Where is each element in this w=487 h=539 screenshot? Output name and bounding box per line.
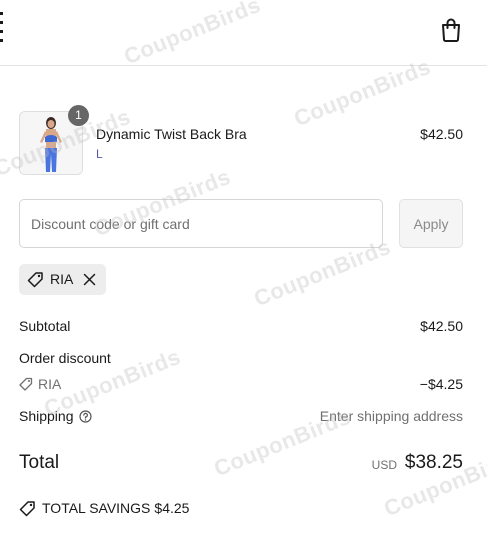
applied-discount-code: RIA [50, 271, 74, 287]
total-amount: $38.25 [404, 452, 463, 473]
quantity-badge: 1 [68, 105, 89, 126]
subtotal-value: $42.50 [420, 318, 463, 334]
menu-dots-icon[interactable] [0, 12, 4, 46]
product-variant: L [96, 147, 103, 161]
product-price: $42.50 [420, 126, 463, 142]
shipping-label-row: Shipping [19, 408, 92, 424]
total-savings-amount: $4.25 [154, 500, 190, 516]
order-discount-code: RIA [19, 376, 61, 392]
shipping-label: Shipping [19, 408, 74, 424]
order-discount-value: −$4.25 [419, 376, 463, 392]
order-discount-label: Order discount [19, 350, 111, 366]
total-savings: TOTAL SAVINGS $4.25 [19, 500, 189, 517]
checkout-page: 1 Dynamic Twist Back Bra L $42.50 Apply … [0, 0, 487, 539]
discount-tag-icon [19, 501, 35, 517]
subtotal-label: Subtotal [19, 318, 71, 334]
applied-discount-tag: RIA [19, 264, 106, 295]
discount-code-input[interactable] [19, 199, 383, 248]
apply-discount-button[interactable]: Apply [399, 199, 463, 248]
discount-tag-icon [27, 272, 43, 288]
order-discount-code-text: RIA [38, 376, 62, 392]
discount-tag-icon [19, 377, 33, 391]
question-circle-icon[interactable] [78, 410, 92, 423]
order-summary: 1 Dynamic Twist Back Bra L $42.50 Apply … [0, 66, 487, 539]
total-label: Total [19, 452, 60, 473]
product-name: Dynamic Twist Back Bra [96, 126, 247, 142]
shopping-bag-icon[interactable] [440, 18, 462, 42]
line-item: 1 Dynamic Twist Back Bra L $42.50 [19, 105, 463, 175]
shipping-value: Enter shipping address [319, 408, 463, 424]
total-savings-label: TOTAL SAVINGS [42, 500, 151, 516]
close-icon[interactable] [83, 273, 96, 286]
header [0, 0, 487, 66]
total-currency: USD [371, 458, 397, 472]
